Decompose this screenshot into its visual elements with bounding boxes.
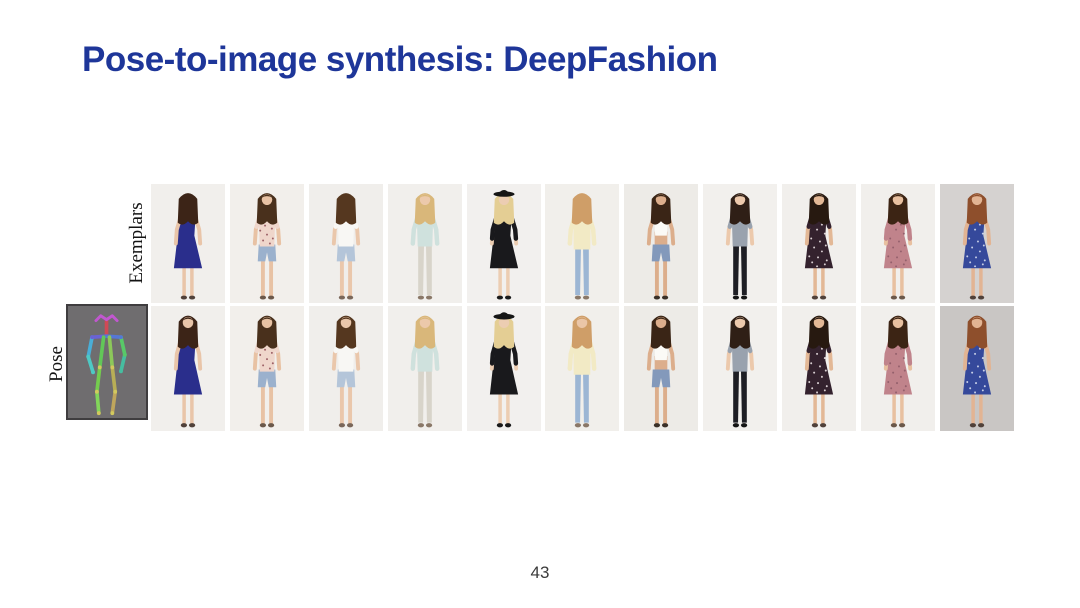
person-illustration bbox=[624, 306, 699, 431]
generated-cell-4 bbox=[387, 306, 462, 431]
person-illustration bbox=[387, 184, 462, 303]
person-illustration bbox=[782, 306, 857, 431]
person-illustration bbox=[624, 184, 699, 303]
exemplar-cell-11 bbox=[939, 184, 1014, 303]
generated-cell-1 bbox=[151, 306, 225, 431]
exemplar-cell-2 bbox=[229, 184, 304, 303]
generated-cell-5 bbox=[466, 306, 541, 431]
generated-cell-2 bbox=[229, 306, 304, 431]
generated-cell-10 bbox=[861, 306, 936, 431]
person-illustration bbox=[466, 184, 541, 303]
person-illustration bbox=[151, 306, 225, 431]
generated-cell-7 bbox=[624, 306, 699, 431]
pose-synthesis-figure: Exemplars Pose bbox=[0, 0, 1080, 608]
person-illustration bbox=[703, 306, 778, 431]
generated-cell-8 bbox=[703, 306, 778, 431]
person-illustration bbox=[308, 306, 383, 431]
exemplar-cell-10 bbox=[861, 184, 936, 303]
exemplars-row bbox=[151, 184, 1014, 303]
exemplar-cell-7 bbox=[624, 184, 699, 303]
person-illustration bbox=[151, 184, 225, 303]
generated-cell-11 bbox=[939, 306, 1014, 431]
exemplars-row-label: Exemplars bbox=[126, 202, 147, 284]
exemplar-cell-6 bbox=[545, 184, 620, 303]
person-illustration bbox=[545, 184, 620, 303]
person-illustration bbox=[703, 184, 778, 303]
generated-row bbox=[151, 306, 1014, 431]
person-illustration bbox=[861, 184, 936, 303]
person-illustration bbox=[229, 184, 304, 303]
generated-cell-9 bbox=[782, 306, 857, 431]
pose-row-label: Pose bbox=[46, 346, 67, 382]
exemplar-cell-8 bbox=[703, 184, 778, 303]
person-illustration bbox=[387, 306, 462, 431]
pose-skeleton-image bbox=[66, 304, 148, 420]
person-illustration bbox=[782, 184, 857, 303]
generated-cell-3 bbox=[308, 306, 383, 431]
person-illustration bbox=[545, 306, 620, 431]
person-illustration bbox=[466, 306, 541, 431]
slide: Pose-to-image synthesis: DeepFashion Exe… bbox=[0, 0, 1080, 608]
person-illustration bbox=[861, 306, 936, 431]
exemplar-cell-5 bbox=[466, 184, 541, 303]
person-illustration bbox=[308, 184, 383, 303]
person-illustration bbox=[229, 306, 304, 431]
generated-cell-6 bbox=[545, 306, 620, 431]
exemplar-cell-1 bbox=[151, 184, 225, 303]
exemplar-cell-4 bbox=[387, 184, 462, 303]
exemplar-cell-3 bbox=[308, 184, 383, 303]
person-illustration bbox=[939, 306, 1014, 431]
page-number: 43 bbox=[530, 563, 550, 582]
person-illustration bbox=[939, 184, 1014, 303]
pose-skeleton-drawing bbox=[86, 314, 127, 416]
exemplar-cell-9 bbox=[782, 184, 857, 303]
